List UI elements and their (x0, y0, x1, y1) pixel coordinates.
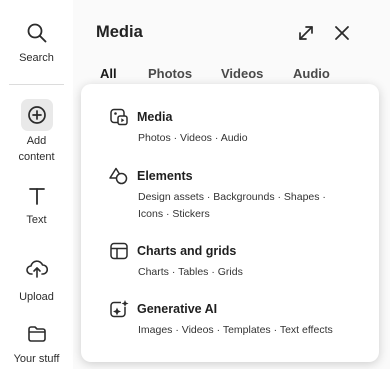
menu-option-title: Charts and grids (137, 244, 237, 258)
folder-icon (27, 326, 46, 342)
panel-title: Media (96, 23, 143, 41)
left-rail: Search Add content Text Upload Your stuf… (0, 0, 74, 369)
menu-option-subtitle: Design assets · Backgrounds · Shapes · I… (138, 191, 326, 220)
grid-layout-icon (109, 241, 129, 261)
rail-search-label: Search (19, 52, 54, 64)
add-content-menu: Media Photos · Videos · Audio Elements D… (81, 84, 379, 362)
search-icon (27, 23, 46, 43)
rail-search[interactable]: Search (0, 22, 73, 66)
menu-option-title: Elements (137, 169, 193, 183)
tab-videos[interactable]: Videos (221, 66, 263, 81)
rail-add-content[interactable]: Add content (0, 99, 73, 165)
tab-all[interactable]: All (100, 66, 117, 81)
menu-option-title: Media (137, 110, 173, 124)
rail-upload-label: Upload (19, 291, 54, 303)
close-icon (335, 26, 349, 40)
rail-your-stuff-label: Your stuff (13, 353, 60, 365)
menu-option-generative-ai[interactable]: Generative AI Images · Videos · Template… (109, 299, 369, 339)
rail-divider (9, 84, 64, 85)
menu-option-subtitle: Charts · Tables · Grids (138, 266, 243, 278)
rail-text-label: Text (26, 214, 47, 226)
tab-audio[interactable]: Audio (293, 66, 330, 81)
rail-your-stuff[interactable]: Your stuff (0, 325, 73, 367)
rail-text[interactable]: Text (0, 186, 73, 228)
expand-button[interactable] (295, 22, 317, 44)
menu-option-elements[interactable]: Elements Design assets · Backgrounds · S… (109, 166, 369, 223)
tab-photos[interactable]: Photos (148, 66, 192, 81)
rail-add-content-label: Add content (18, 135, 55, 163)
menu-option-subtitle: Photos · Videos · Audio (138, 132, 248, 144)
menu-option-media[interactable]: Media Photos · Videos · Audio (109, 107, 369, 147)
rail-upload[interactable]: Upload (0, 259, 73, 305)
close-button[interactable] (331, 22, 353, 44)
upload-cloud-icon (25, 260, 48, 278)
media-icon (109, 107, 129, 127)
sparkle-icon (109, 299, 129, 319)
menu-option-title: Generative AI (137, 302, 218, 316)
menu-option-charts-and-grids[interactable]: Charts and grids Charts · Tables · Grids (109, 241, 369, 281)
text-icon (28, 188, 45, 205)
plus-circle-icon (27, 106, 46, 124)
menu-option-subtitle: Images · Videos · Templates · Text effec… (138, 324, 333, 336)
expand-icon (299, 26, 313, 40)
shapes-icon (109, 166, 129, 186)
add-content-button[interactable] (20, 99, 53, 131)
